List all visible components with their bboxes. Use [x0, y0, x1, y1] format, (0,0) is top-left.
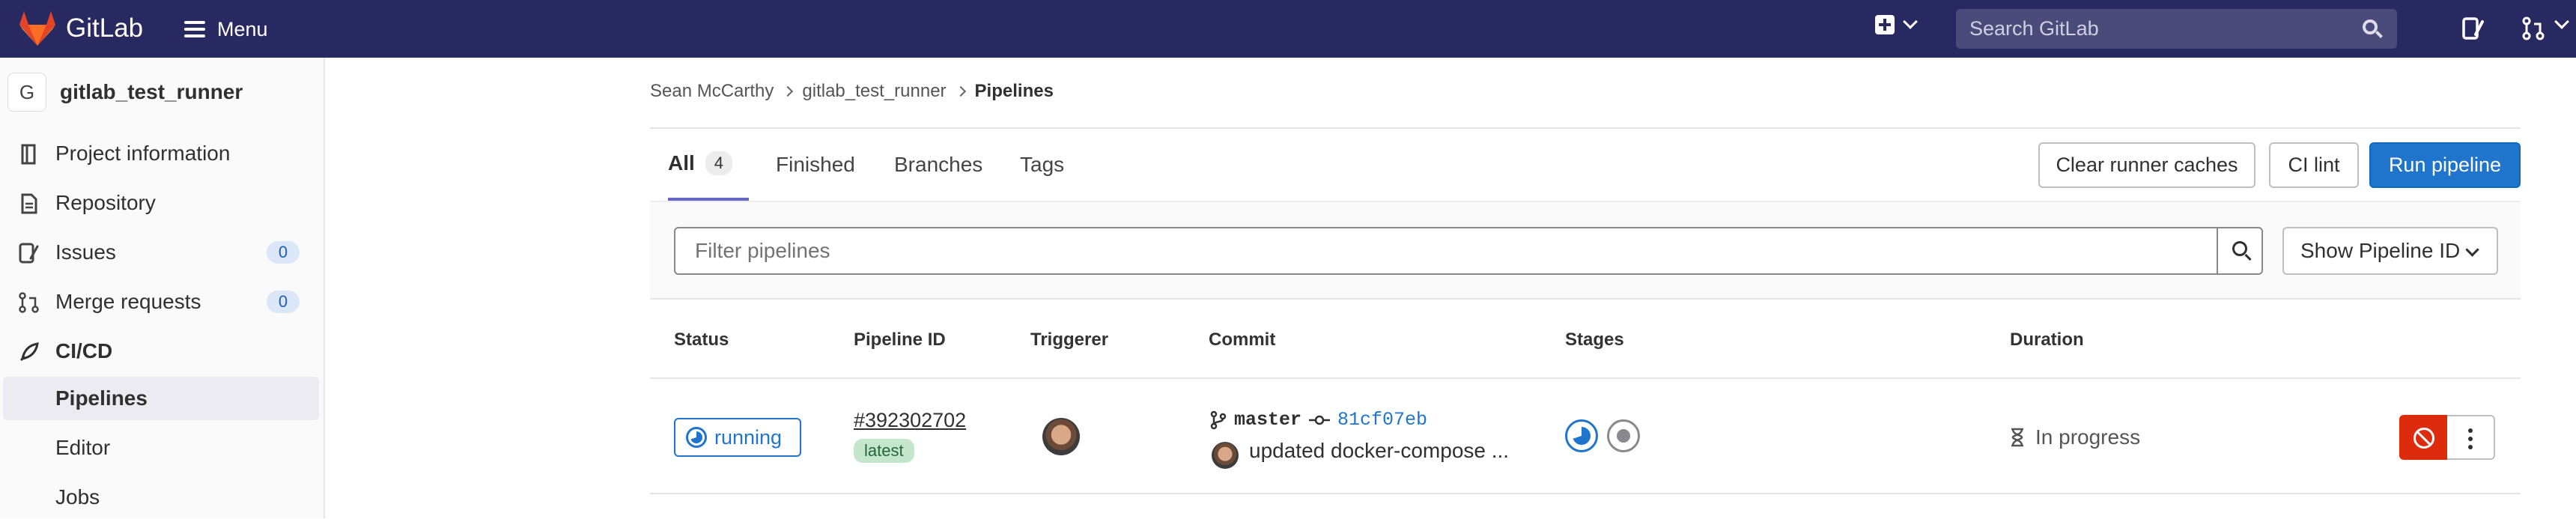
- repository-icon: [21, 193, 37, 214]
- status-badge[interactable]: running: [674, 418, 801, 457]
- sidebar-subitem-label: Editor: [55, 436, 111, 459]
- sidebar-subitem-label: Pipelines: [55, 386, 148, 410]
- merge-request-icon: [19, 292, 39, 313]
- chevron-down-icon[interactable]: [2554, 14, 2569, 29]
- filter-search-button[interactable]: [2217, 227, 2263, 275]
- column-header: Duration: [2010, 330, 2084, 350]
- gitlab-brand-text: GitLab: [66, 13, 144, 43]
- hourglass-icon: [2011, 428, 2023, 447]
- duration-text: In progress: [2035, 425, 2141, 449]
- breadcrumb-user[interactable]: Sean McCarthy: [650, 81, 774, 102]
- sidebar-item-repository[interactable]: Repository: [0, 182, 319, 224]
- chevron-down-icon: [1903, 14, 1918, 29]
- more-actions-button[interactable]: [2447, 415, 2495, 460]
- sidebar-item-label: Merge requests: [55, 290, 201, 313]
- sidebar-item-label: Repository: [55, 191, 156, 214]
- search-input[interactable]: [1969, 17, 2361, 40]
- filter-bar: Show Pipeline ID: [650, 202, 2521, 300]
- commit-message-link[interactable]: updated docker-compose ...: [1249, 439, 1509, 463]
- sidebar-item-label: Project information: [55, 142, 231, 165]
- latest-badge: latest: [854, 439, 914, 463]
- commit-icon: [1309, 415, 1331, 425]
- chevron-right-icon: [955, 85, 966, 97]
- sidebar-item-label: CI/CD: [55, 339, 113, 362]
- merge-request-icon[interactable]: [2522, 16, 2546, 40]
- stage-running-icon[interactable]: [1565, 419, 1598, 452]
- tab-label: Finished: [776, 153, 855, 176]
- cancel-pipeline-button[interactable]: [2399, 415, 2447, 460]
- column-header: Triggerer: [1030, 330, 1109, 350]
- issues-icon[interactable]: [2462, 16, 2485, 40]
- sidebar-item-project-information[interactable]: Project information: [0, 133, 319, 174]
- hamburger-icon: [184, 21, 205, 37]
- rocket-icon: [19, 342, 39, 362]
- commit-ref: master 81cf07eb: [1210, 409, 1427, 431]
- plus-square-icon: [1875, 15, 1895, 34]
- sidebar-subitem-jobs[interactable]: Jobs: [0, 476, 319, 519]
- tab-branches[interactable]: Branches: [894, 129, 982, 201]
- pipeline-id-link[interactable]: #392302702: [854, 409, 966, 432]
- search-icon: [2361, 18, 2384, 40]
- branch-icon: [1210, 410, 1227, 429]
- new-item-dropdown[interactable]: [1875, 14, 1918, 34]
- triggerer-avatar[interactable]: [1042, 418, 1080, 455]
- menu-label: Menu: [217, 17, 268, 40]
- top-bar: GitLab Menu: [0, 0, 2576, 58]
- sidebar-subitem-label: Jobs: [55, 485, 100, 509]
- table-row: running #392302702 latest master 81cf07e…: [650, 379, 2521, 494]
- tab-tags[interactable]: Tags: [1020, 129, 1064, 201]
- table-header: Status Pipeline ID Triggerer Commit Stag…: [650, 300, 2521, 379]
- commit-author-avatar[interactable]: [1212, 442, 1239, 469]
- column-header: Stages: [1565, 330, 1624, 350]
- tab-finished[interactable]: Finished: [776, 129, 855, 201]
- column-header: Status: [674, 330, 729, 350]
- clear-runner-caches-button[interactable]: Clear runner caches: [2038, 142, 2255, 188]
- status-running-icon: [686, 427, 707, 448]
- sidebar-item-label: Issues: [55, 240, 116, 264]
- status-label: running: [714, 425, 783, 449]
- breadcrumb-current[interactable]: Pipelines: [975, 81, 1054, 102]
- show-pipeline-id-dropdown[interactable]: Show Pipeline ID: [2282, 227, 2498, 275]
- chevron-down-icon: [2465, 243, 2479, 257]
- tab-label: All: [668, 151, 695, 174]
- dropdown-label: Show Pipeline ID: [2300, 239, 2461, 262]
- sidebar-item-merge-requests[interactable]: Merge requests 0: [0, 281, 319, 323]
- sidebar: G gitlab_test_runner Project information…: [0, 58, 325, 518]
- pipeline-duration: In progress: [2010, 425, 2140, 449]
- issues-count-badge: 0: [267, 241, 300, 264]
- column-header: Pipeline ID: [854, 330, 946, 350]
- sidebar-item-ci-cd[interactable]: CI/CD: [0, 330, 319, 372]
- sidebar-subitem-editor[interactable]: Editor: [0, 426, 319, 470]
- tab-label: Branches: [894, 153, 983, 176]
- chevron-right-icon: [783, 85, 794, 97]
- tab-count-badge: 4: [705, 151, 733, 175]
- tab-label: Tags: [1020, 153, 1065, 176]
- filter-box[interactable]: [674, 227, 2217, 275]
- project-info-icon: [21, 144, 36, 165]
- column-header: Commit: [1209, 330, 1276, 350]
- project-avatar: G: [7, 73, 46, 112]
- ci-lint-button[interactable]: CI lint: [2269, 142, 2359, 188]
- issues-icon: [19, 243, 39, 264]
- commit-sha-link[interactable]: 81cf07eb: [1337, 409, 1427, 431]
- merge-requests-count-badge: 0: [267, 291, 300, 313]
- run-pipeline-button[interactable]: Run pipeline: [2369, 142, 2521, 188]
- project-header[interactable]: G gitlab_test_runner: [7, 73, 243, 112]
- search-box[interactable]: [1956, 9, 2397, 49]
- tab-all[interactable]: All 4: [668, 129, 750, 201]
- project-name: gitlab_test_runner: [60, 80, 243, 103]
- gitlab-logo[interactable]: GitLab: [18, 10, 143, 47]
- breadcrumb: Sean McCarthy gitlab_test_runner Pipelin…: [650, 81, 1054, 102]
- breadcrumb-project[interactable]: gitlab_test_runner: [802, 81, 946, 102]
- gitlab-tanuki-icon: [19, 11, 55, 46]
- sidebar-subitem-pipelines[interactable]: Pipelines: [3, 377, 319, 420]
- filter-pipelines-input[interactable]: [695, 239, 2197, 263]
- branch-name-link[interactable]: master: [1234, 409, 1301, 431]
- menu-button[interactable]: Menu: [184, 13, 268, 45]
- sidebar-item-issues[interactable]: Issues 0: [0, 231, 319, 273]
- stage-created-icon[interactable]: [1607, 419, 1640, 452]
